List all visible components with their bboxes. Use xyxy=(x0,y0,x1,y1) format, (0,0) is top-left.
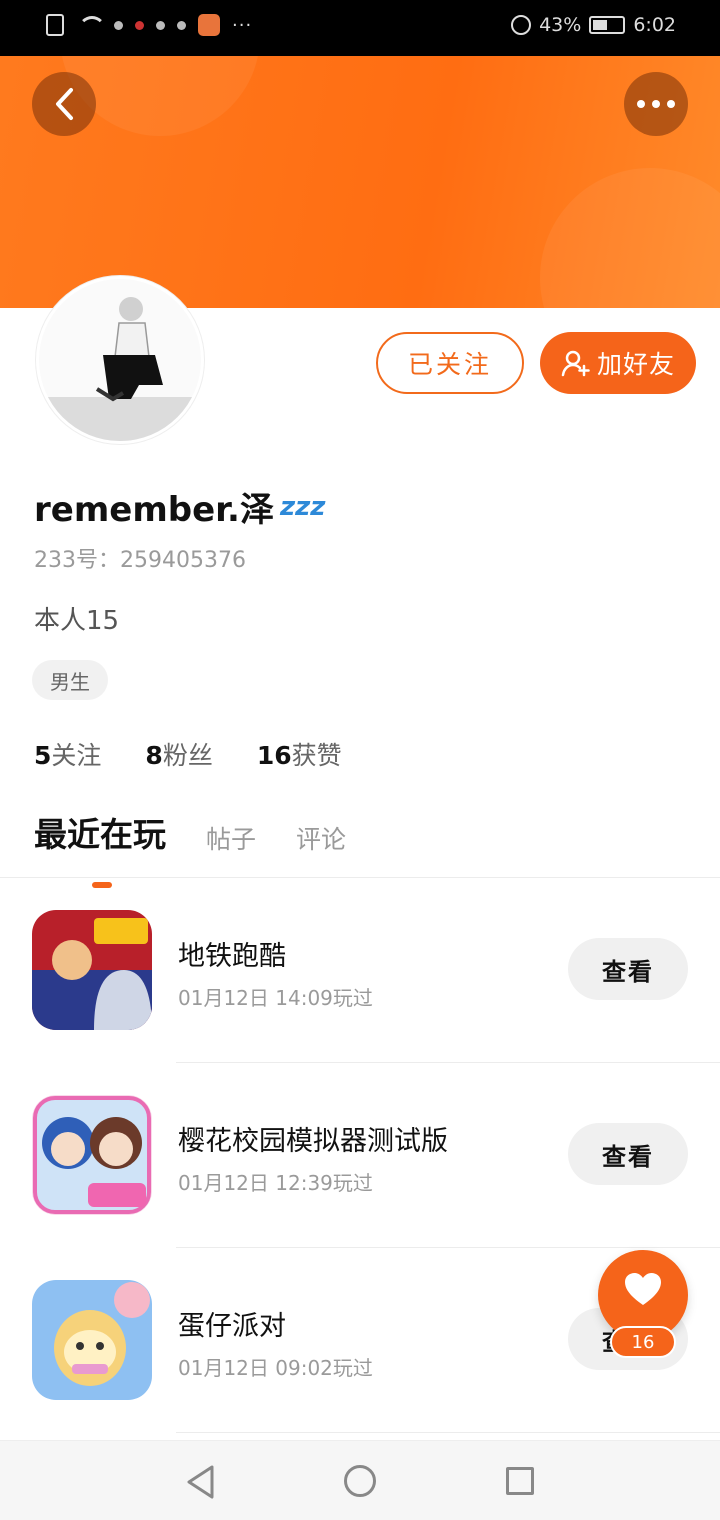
stat-count: 16 xyxy=(256,741,292,770)
more-dots-icon xyxy=(637,100,675,108)
list-divider xyxy=(176,1432,720,1433)
gender-tag: 男生 xyxy=(32,660,108,700)
alarm-icon xyxy=(511,15,532,35)
username: remember.泽 zzz xyxy=(34,482,325,531)
user-id: 233号：259405376 xyxy=(34,548,246,573)
game-name: 蛋仔派对 xyxy=(178,1311,286,1342)
nav-recents-icon[interactable] xyxy=(506,1467,534,1495)
battery-percent: 43% xyxy=(539,14,582,36)
stat-fans[interactable]: 8粉丝 xyxy=(145,736,212,772)
profile-banner xyxy=(0,56,720,308)
more-notifications: ··· xyxy=(232,14,253,36)
avatar-image xyxy=(39,279,201,441)
status-icons-left: ··· xyxy=(46,14,252,36)
stat-likes[interactable]: 16获赞 xyxy=(257,736,342,772)
list-item[interactable]: 樱花校园模拟器测试版 01月12日 12:39玩过 查看 xyxy=(0,1063,720,1247)
stat-following[interactable]: 5关注 xyxy=(34,736,101,772)
view-button[interactable]: 查看 xyxy=(568,938,688,1000)
game-played-time: 01月12日 14:09玩过 xyxy=(178,986,373,1010)
username-text: remember.泽 xyxy=(34,490,274,530)
tab-posts[interactable]: 帖子 xyxy=(206,820,256,862)
tab-recently-played[interactable]: 最近在玩 xyxy=(34,808,166,888)
view-button[interactable]: 查看 xyxy=(568,1123,688,1185)
bio: 本人15 xyxy=(34,606,120,636)
followed-button[interactable]: 已关注 xyxy=(376,332,524,394)
game-played-time: 01月12日 09:02玩过 xyxy=(178,1356,373,1380)
profile-tabs: 最近在玩 帖子 评论 xyxy=(34,808,346,888)
add-friend-button[interactable]: 加好友 xyxy=(540,332,696,394)
nav-back-icon[interactable] xyxy=(186,1465,216,1499)
list-item[interactable]: 地铁跑酷 01月12日 14:09玩过 查看 xyxy=(0,878,720,1062)
notification-icon xyxy=(156,20,165,30)
game-icon-eggy-party xyxy=(32,1280,152,1400)
game-icon-sakura-school xyxy=(32,1095,152,1215)
sleep-status-icon: zzz xyxy=(279,491,326,522)
back-button[interactable] xyxy=(32,72,96,136)
heart-icon xyxy=(625,1273,661,1305)
more-button[interactable] xyxy=(624,72,688,136)
stat-label: 粉丝 xyxy=(162,741,213,770)
chevron-left-icon xyxy=(56,88,73,120)
game-played-time: 01月12日 12:39玩过 xyxy=(178,1171,373,1195)
wifi-icon xyxy=(76,14,106,36)
alert-icon xyxy=(46,14,64,36)
notification-icon xyxy=(135,20,144,30)
notification-icon xyxy=(177,20,186,30)
profile-stats: 5关注 8粉丝 16获赞 xyxy=(34,736,342,772)
game-icon-subway-surfers xyxy=(32,910,152,1030)
system-nav-bar xyxy=(0,1440,720,1520)
nav-home-icon[interactable] xyxy=(344,1465,376,1497)
notification-icon xyxy=(114,20,123,30)
app-notification-icon xyxy=(198,14,220,36)
stat-label: 获赞 xyxy=(291,741,342,770)
add-user-icon xyxy=(561,350,590,377)
add-friend-label: 加好友 xyxy=(596,350,675,379)
stat-count: 5 xyxy=(34,741,52,770)
like-count-badge: 16 xyxy=(610,1326,676,1358)
status-icons-right: 43% 6:02 xyxy=(511,14,676,36)
status-bar: ··· 43% 6:02 xyxy=(0,0,720,56)
clock: 6:02 xyxy=(633,14,676,36)
battery-icon xyxy=(589,16,626,34)
game-name: 樱花校园模拟器测试版 xyxy=(178,1126,448,1157)
avatar[interactable] xyxy=(36,276,204,444)
stat-label: 关注 xyxy=(51,741,102,770)
tab-comments[interactable]: 评论 xyxy=(296,820,346,862)
stat-count: 8 xyxy=(145,741,163,770)
game-name: 地铁跑酷 xyxy=(178,941,286,972)
